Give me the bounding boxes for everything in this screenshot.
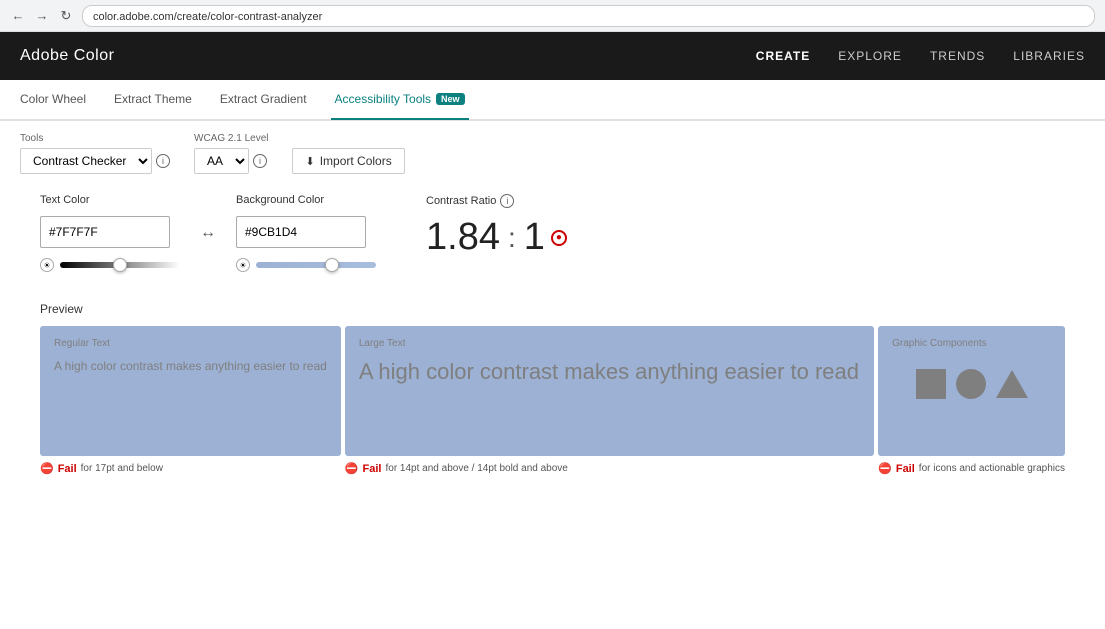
bg-color-group: Background Color ☀ xyxy=(236,194,376,272)
address-bar[interactable]: color.adobe.com/create/color-contrast-an… xyxy=(82,5,1095,27)
contrast-ratio-value: 1.84 : 1 ● xyxy=(426,216,567,259)
tab-extract-gradient[interactable]: Extract Gradient xyxy=(216,80,311,120)
graphic-fail-text: Fail xyxy=(896,463,915,475)
text-color-group: Text Color ☀ xyxy=(40,194,180,272)
bg-color-slider[interactable] xyxy=(256,262,376,268)
tool-select[interactable]: Contrast Checker xyxy=(20,148,152,174)
contrast-ratio-label: Contrast Ratio i xyxy=(426,194,567,208)
sub-navigation: Color Wheel Extract Theme Extract Gradie… xyxy=(0,80,1105,120)
bg-color-input-row xyxy=(236,216,366,248)
graphic-title: Graphic Components xyxy=(892,338,1051,349)
preview-cards: Regular Text A high color contrast makes… xyxy=(40,326,1065,475)
wcag-label: WCAG 2.1 Level xyxy=(194,133,268,144)
text-color-hex-input[interactable] xyxy=(41,225,170,239)
wcag-group: WCAG 2.1 Level AA i xyxy=(194,133,268,174)
app-title: Adobe Color xyxy=(20,47,756,65)
contrast-one: 1 xyxy=(524,216,545,259)
preview-card-large: Large Text A high color contrast makes a… xyxy=(345,326,874,475)
preview-card-regular: Regular Text A high color contrast makes… xyxy=(40,326,341,475)
contrast-separator: : xyxy=(508,222,516,254)
graphic-fail-row: ⛔ Fail for icons and actionable graphics xyxy=(878,462,1065,475)
bg-slider-icon: ☀ xyxy=(236,258,250,272)
browser-chrome: ← → ↻ color.adobe.com/create/color-contr… xyxy=(0,0,1105,32)
reload-button[interactable]: ↻ xyxy=(58,8,74,24)
new-badge: New xyxy=(436,93,465,105)
contrast-info-icon[interactable]: i xyxy=(500,194,514,208)
preview-card-regular-box: Regular Text A high color contrast makes… xyxy=(40,326,341,456)
wcag-select-row: AA i xyxy=(194,148,268,174)
graphic-fail-icon: ⛔ xyxy=(878,462,892,475)
bg-color-slider-row: ☀ xyxy=(236,258,376,272)
nav-trends[interactable]: TRENDS xyxy=(930,49,985,63)
preview-section: Preview Regular Text A high color contra… xyxy=(20,302,1085,475)
tab-accessibility-tools[interactable]: Accessibility Tools New xyxy=(331,80,469,120)
nav-links: CREATE EXPLORE TRENDS LIBRARIES xyxy=(756,49,1085,63)
bg-color-hex-input[interactable] xyxy=(237,225,366,239)
preview-card-graphic-box: Graphic Components xyxy=(878,326,1065,456)
text-color-slider-row: ☀ xyxy=(40,258,180,272)
nav-explore[interactable]: EXPLORE xyxy=(838,49,902,63)
tool-info-icon[interactable]: i xyxy=(156,154,170,168)
swap-arrow[interactable]: ↔ xyxy=(200,224,216,242)
back-button[interactable]: ← xyxy=(10,8,26,24)
wcag-info-icon[interactable]: i xyxy=(253,154,267,168)
regular-fail-row: ⛔ Fail for 17pt and below xyxy=(40,462,341,475)
graphic-square xyxy=(916,369,946,399)
wcag-select[interactable]: AA xyxy=(194,148,249,174)
tab-extract-theme[interactable]: Extract Theme xyxy=(110,80,196,120)
color-controls: Text Color ☀ ↔ Background Color ☀ xyxy=(20,194,1085,272)
large-fail-row: ⛔ Fail for 14pt and above / 14pt bold an… xyxy=(345,462,874,475)
graphic-triangle xyxy=(996,370,1028,398)
contrast-number: 1.84 xyxy=(426,216,500,259)
tools-row: Tools Contrast Checker i WCAG 2.1 Level … xyxy=(20,133,1085,174)
text-color-label: Text Color xyxy=(40,194,180,206)
graphic-fail-desc: for icons and actionable graphics xyxy=(919,463,1065,474)
tab-color-wheel[interactable]: Color Wheel xyxy=(16,80,90,120)
regular-fail-icon: ⛔ xyxy=(40,462,54,475)
large-text-body: A high color contrast makes anything eas… xyxy=(359,357,860,388)
contrast-ratio-box: Contrast Ratio i 1.84 : 1 ● xyxy=(396,194,567,259)
graphic-circle xyxy=(956,369,986,399)
bg-color-label: Background Color xyxy=(236,194,376,206)
text-color-input-row xyxy=(40,216,170,248)
top-navigation: Adobe Color CREATE EXPLORE TRENDS LIBRAR… xyxy=(0,32,1105,80)
text-slider-icon: ☀ xyxy=(40,258,54,272)
tool-select-row: Contrast Checker i xyxy=(20,148,170,174)
import-icon: ⬇ xyxy=(305,155,314,168)
large-text-title: Large Text xyxy=(359,338,860,349)
import-label: Import Colors xyxy=(320,154,392,168)
large-fail-icon: ⛔ xyxy=(345,462,359,475)
regular-text-body: A high color contrast makes anything eas… xyxy=(54,357,327,375)
regular-fail-desc: for 17pt and below xyxy=(81,463,163,474)
tool-group: Tools Contrast Checker i xyxy=(20,133,170,174)
regular-fail-text: Fail xyxy=(58,463,77,475)
main-content: Tools Contrast Checker i WCAG 2.1 Level … xyxy=(0,121,1105,487)
tools-label: Tools xyxy=(20,133,170,144)
nav-libraries[interactable]: LIBRARIES xyxy=(1013,49,1085,63)
regular-text-title: Regular Text xyxy=(54,338,327,349)
forward-button[interactable]: → xyxy=(34,8,50,24)
contrast-fail-circle: ● xyxy=(551,230,567,246)
preview-card-graphic: Graphic Components ⛔ Fail for icons and … xyxy=(878,326,1065,475)
graphic-shapes xyxy=(892,369,1051,399)
large-fail-desc: for 14pt and above / 14pt bold and above xyxy=(385,463,567,474)
text-color-slider[interactable] xyxy=(60,262,180,268)
large-fail-text: Fail xyxy=(363,463,382,475)
nav-create[interactable]: CREATE xyxy=(756,49,810,63)
preview-card-large-box: Large Text A high color contrast makes a… xyxy=(345,326,874,456)
preview-label: Preview xyxy=(40,302,1065,316)
import-colors-button[interactable]: ⬇ Import Colors xyxy=(292,148,404,174)
